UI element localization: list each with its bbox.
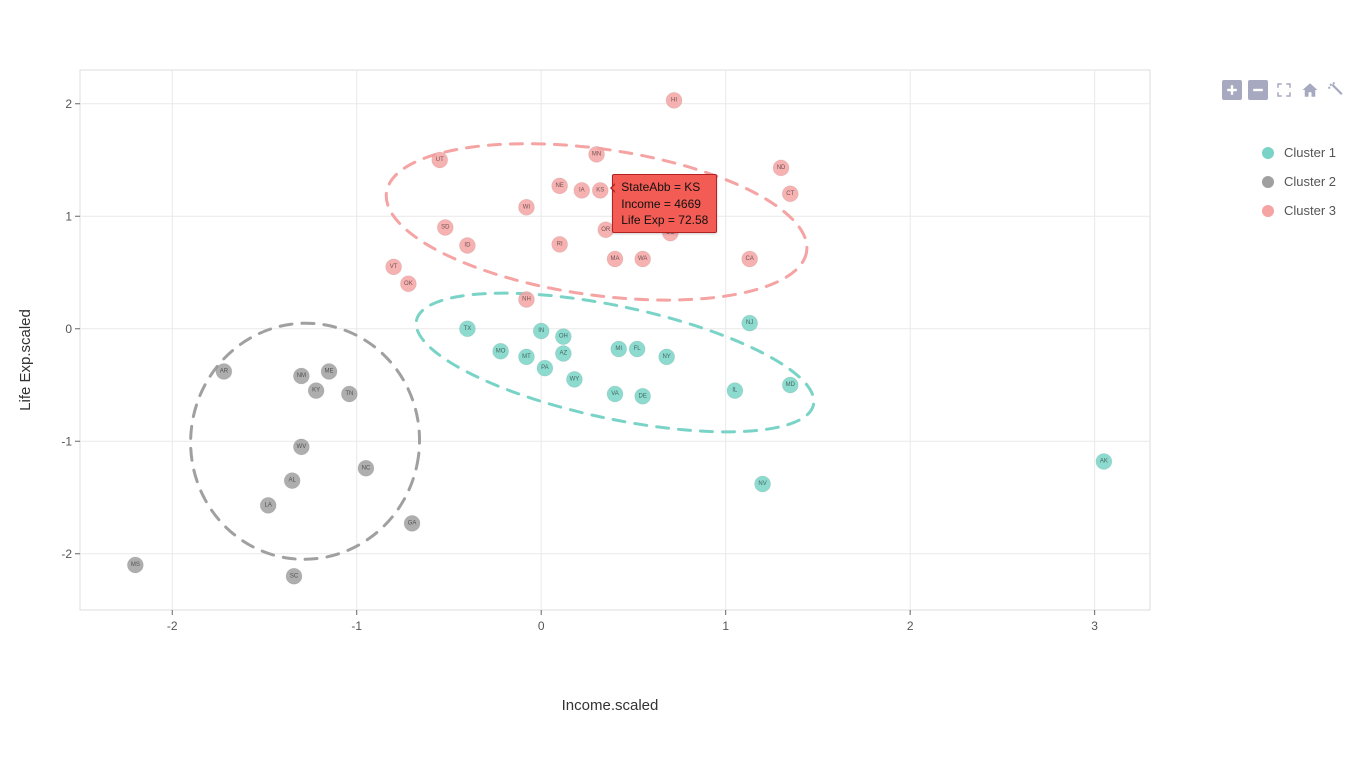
data-point[interactable]	[437, 220, 453, 236]
minus-icon	[1252, 84, 1264, 96]
data-point[interactable]	[574, 182, 590, 198]
data-point[interactable]	[260, 497, 276, 513]
data-point[interactable]	[629, 341, 645, 357]
plot-toolbar	[1222, 80, 1346, 100]
svg-text:-2: -2	[61, 547, 72, 561]
data-point[interactable]	[493, 343, 509, 359]
data-point[interactable]	[518, 199, 534, 215]
svg-text:1: 1	[722, 619, 729, 633]
data-point[interactable]	[666, 92, 682, 108]
data-point[interactable]	[782, 377, 798, 393]
grid	[80, 70, 1150, 610]
svg-text:-2: -2	[167, 619, 178, 633]
data-point[interactable]	[293, 439, 309, 455]
data-point[interactable]	[589, 146, 605, 162]
legend-item-cluster3[interactable]: Cluster 3	[1262, 203, 1336, 218]
data-point[interactable]	[284, 473, 300, 489]
data-point[interactable]	[611, 341, 627, 357]
zoom-in-button[interactable]	[1222, 80, 1242, 100]
legend-label: Cluster 3	[1284, 203, 1336, 218]
data-point[interactable]	[555, 329, 571, 345]
data-point[interactable]	[341, 386, 357, 402]
legend-item-cluster1[interactable]: Cluster 1	[1262, 145, 1336, 160]
data-point[interactable]	[773, 160, 789, 176]
zoom-out-button[interactable]	[1248, 80, 1268, 100]
svg-text:2: 2	[65, 97, 72, 111]
data-point[interactable]	[727, 383, 743, 399]
hover-tooltip: StateAbb = KSIncome = 4669Life Exp = 72.…	[612, 174, 717, 233]
data-point[interactable]	[635, 251, 651, 267]
data-point[interactable]	[459, 321, 475, 337]
legend-swatch-icon	[1262, 205, 1274, 217]
data-point[interactable]	[552, 236, 568, 252]
data-point[interactable]	[432, 152, 448, 168]
home-button[interactable]	[1300, 80, 1320, 100]
data-point[interactable]	[459, 238, 475, 254]
data-point[interactable]	[308, 383, 324, 399]
data-point[interactable]	[755, 476, 771, 492]
data-point[interactable]	[659, 349, 675, 365]
data-point[interactable]	[742, 315, 758, 331]
data-point[interactable]	[1096, 454, 1112, 470]
data-point[interactable]	[607, 386, 623, 402]
svg-text:1: 1	[65, 209, 72, 223]
svg-text:0: 0	[65, 322, 72, 336]
data-point[interactable]	[386, 259, 402, 275]
data-point[interactable]	[518, 349, 534, 365]
plus-icon	[1226, 84, 1238, 96]
wand-icon	[1327, 81, 1345, 99]
data-point[interactable]	[321, 364, 337, 380]
legend-swatch-icon	[1262, 147, 1274, 159]
data-point[interactable]	[566, 371, 582, 387]
data-point[interactable]	[286, 568, 302, 584]
svg-text:-1: -1	[351, 619, 362, 633]
y-axis-title: Life Exp.scaled	[17, 309, 34, 411]
data-point[interactable]	[533, 323, 549, 339]
data-point[interactable]	[293, 368, 309, 384]
home-icon	[1301, 81, 1319, 99]
x-ticks: -2 -1 0 1 2 3	[167, 610, 1098, 633]
svg-text:0: 0	[538, 619, 545, 633]
data-point[interactable]	[400, 276, 416, 292]
legend-item-cluster2[interactable]: Cluster 2	[1262, 174, 1336, 189]
legend-label: Cluster 2	[1284, 174, 1336, 189]
data-points: TXMOINMTPAOHAZWYMIFLVADENYILNJMDNVAKARNM…	[127, 92, 1112, 584]
svg-text:2: 2	[907, 619, 914, 633]
data-point[interactable]	[127, 557, 143, 573]
data-point[interactable]	[358, 460, 374, 476]
expand-icon	[1275, 81, 1293, 99]
data-point[interactable]	[782, 186, 798, 202]
fit-button[interactable]	[1274, 80, 1294, 100]
data-point[interactable]	[537, 360, 553, 376]
svg-text:-1: -1	[61, 434, 72, 448]
data-point[interactable]	[552, 178, 568, 194]
data-point[interactable]	[607, 251, 623, 267]
legend: Cluster 1 Cluster 2 Cluster 3	[1262, 145, 1336, 232]
scatter-plot[interactable]: TXMOINMTPAOHAZWYMIFLVADENYILNJMDNVAKARNM…	[60, 50, 1160, 670]
data-point[interactable]	[404, 515, 420, 531]
y-ticks: -2 -1 0 1 2	[61, 97, 80, 561]
data-point[interactable]	[635, 388, 651, 404]
data-point[interactable]	[555, 346, 571, 362]
data-point[interactable]	[518, 292, 534, 308]
data-point[interactable]	[216, 364, 232, 380]
more-button[interactable]	[1326, 80, 1346, 100]
svg-text:3: 3	[1091, 619, 1098, 633]
legend-label: Cluster 1	[1284, 145, 1336, 160]
x-axis-title: Income.scaled	[562, 697, 659, 714]
legend-swatch-icon	[1262, 176, 1274, 188]
data-point[interactable]	[742, 251, 758, 267]
